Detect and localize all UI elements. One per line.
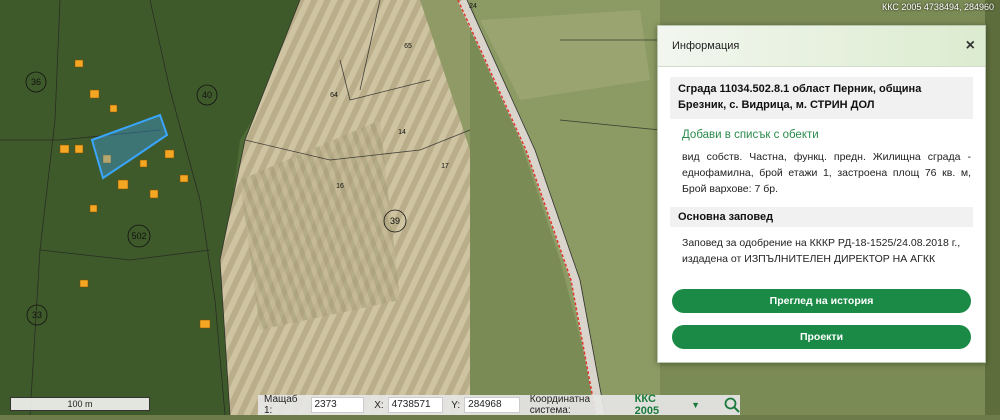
y-coordinate-field[interactable]: 284968 <box>464 397 520 413</box>
cursor-coordinates: ККС 2005 4738494, 284960 <box>882 2 994 12</box>
object-title: Сграда 11034.502.8.1 област Перник, общи… <box>670 77 973 119</box>
scale-bar-label: 100 m <box>67 399 93 409</box>
projects-button[interactable]: Проекти <box>672 325 971 349</box>
scale-bar: 100 m <box>10 397 150 411</box>
x-label: X: <box>374 399 384 411</box>
y-label: Y: <box>451 399 461 411</box>
parcel-label: 17 <box>441 163 449 170</box>
search-icon[interactable] <box>724 397 740 413</box>
parcel-label: 36 <box>31 77 41 87</box>
parcel-label: 33 <box>32 310 42 320</box>
x-coordinate-field[interactable]: 4738571 <box>387 397 444 413</box>
panel-title: Информация <box>672 40 740 52</box>
parcel-label: 502 <box>131 231 146 241</box>
parcel-label: 24 <box>469 3 477 10</box>
order-text: Заповед за одобрение на КККР РД-18-1525/… <box>682 237 961 265</box>
info-panel-header: Информация × <box>658 26 985 67</box>
object-description: вид собств. Частна, функц. предн. Жилищн… <box>682 151 971 195</box>
history-button[interactable]: Преглед на история <box>672 289 971 313</box>
status-bar: Мащаб 1: 2373 X: 4738571 Y: 284968 Коорд… <box>258 393 740 417</box>
parcel-label: 40 <box>202 90 212 100</box>
close-icon[interactable]: × <box>966 38 975 54</box>
parcel-label: 14 <box>398 129 406 136</box>
parcel-label: 16 <box>336 183 344 190</box>
chevron-down-icon[interactable]: ▼ <box>691 400 700 410</box>
section-title: Основна заповед <box>670 207 973 227</box>
scale-label: Мащаб 1: <box>264 394 298 416</box>
scale-input[interactable]: 2373 <box>310 397 365 413</box>
add-to-list-link[interactable]: Добави в списък с обекти <box>682 129 985 141</box>
parcel-label: 65 <box>404 43 412 50</box>
parcel-label: 64 <box>330 92 338 99</box>
crs-label: Координатна система: <box>529 394 591 416</box>
crs-select[interactable]: ККС 2005 <box>635 393 681 417</box>
info-panel: Информация × Сграда 11034.502.8.1 област… <box>657 25 986 363</box>
parcel-label: 39 <box>390 216 400 226</box>
